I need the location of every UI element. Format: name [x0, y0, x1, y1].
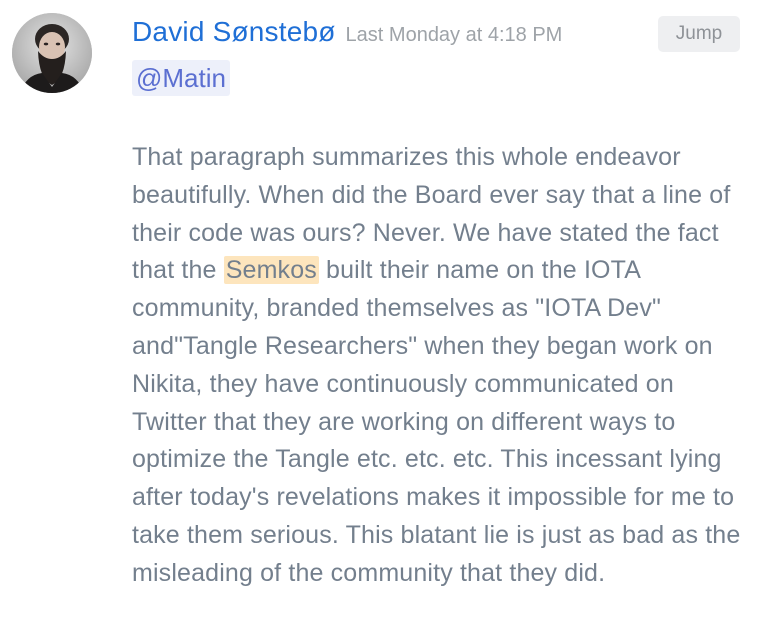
message-body-text-end: built their name on the IOTA community, … — [132, 256, 741, 587]
avatar[interactable] — [12, 13, 92, 93]
search-highlight: Semkos — [223, 256, 319, 285]
user-mention[interactable]: @Matin — [132, 60, 230, 96]
message-header: David Sønstebø Last Monday at 4:18 PM — [132, 10, 562, 54]
message-body: That paragraph summarizes this whole end… — [132, 139, 752, 593]
author-name[interactable]: David Sønstebø — [132, 10, 336, 54]
chat-message: David Sønstebø Last Monday at 4:18 PM Ju… — [0, 0, 764, 632]
user-avatar-icon — [12, 13, 92, 93]
jump-button[interactable]: Jump — [658, 16, 740, 52]
mention-line: @Matin — [132, 60, 230, 98]
message-timestamp: Last Monday at 4:18 PM — [345, 24, 563, 46]
